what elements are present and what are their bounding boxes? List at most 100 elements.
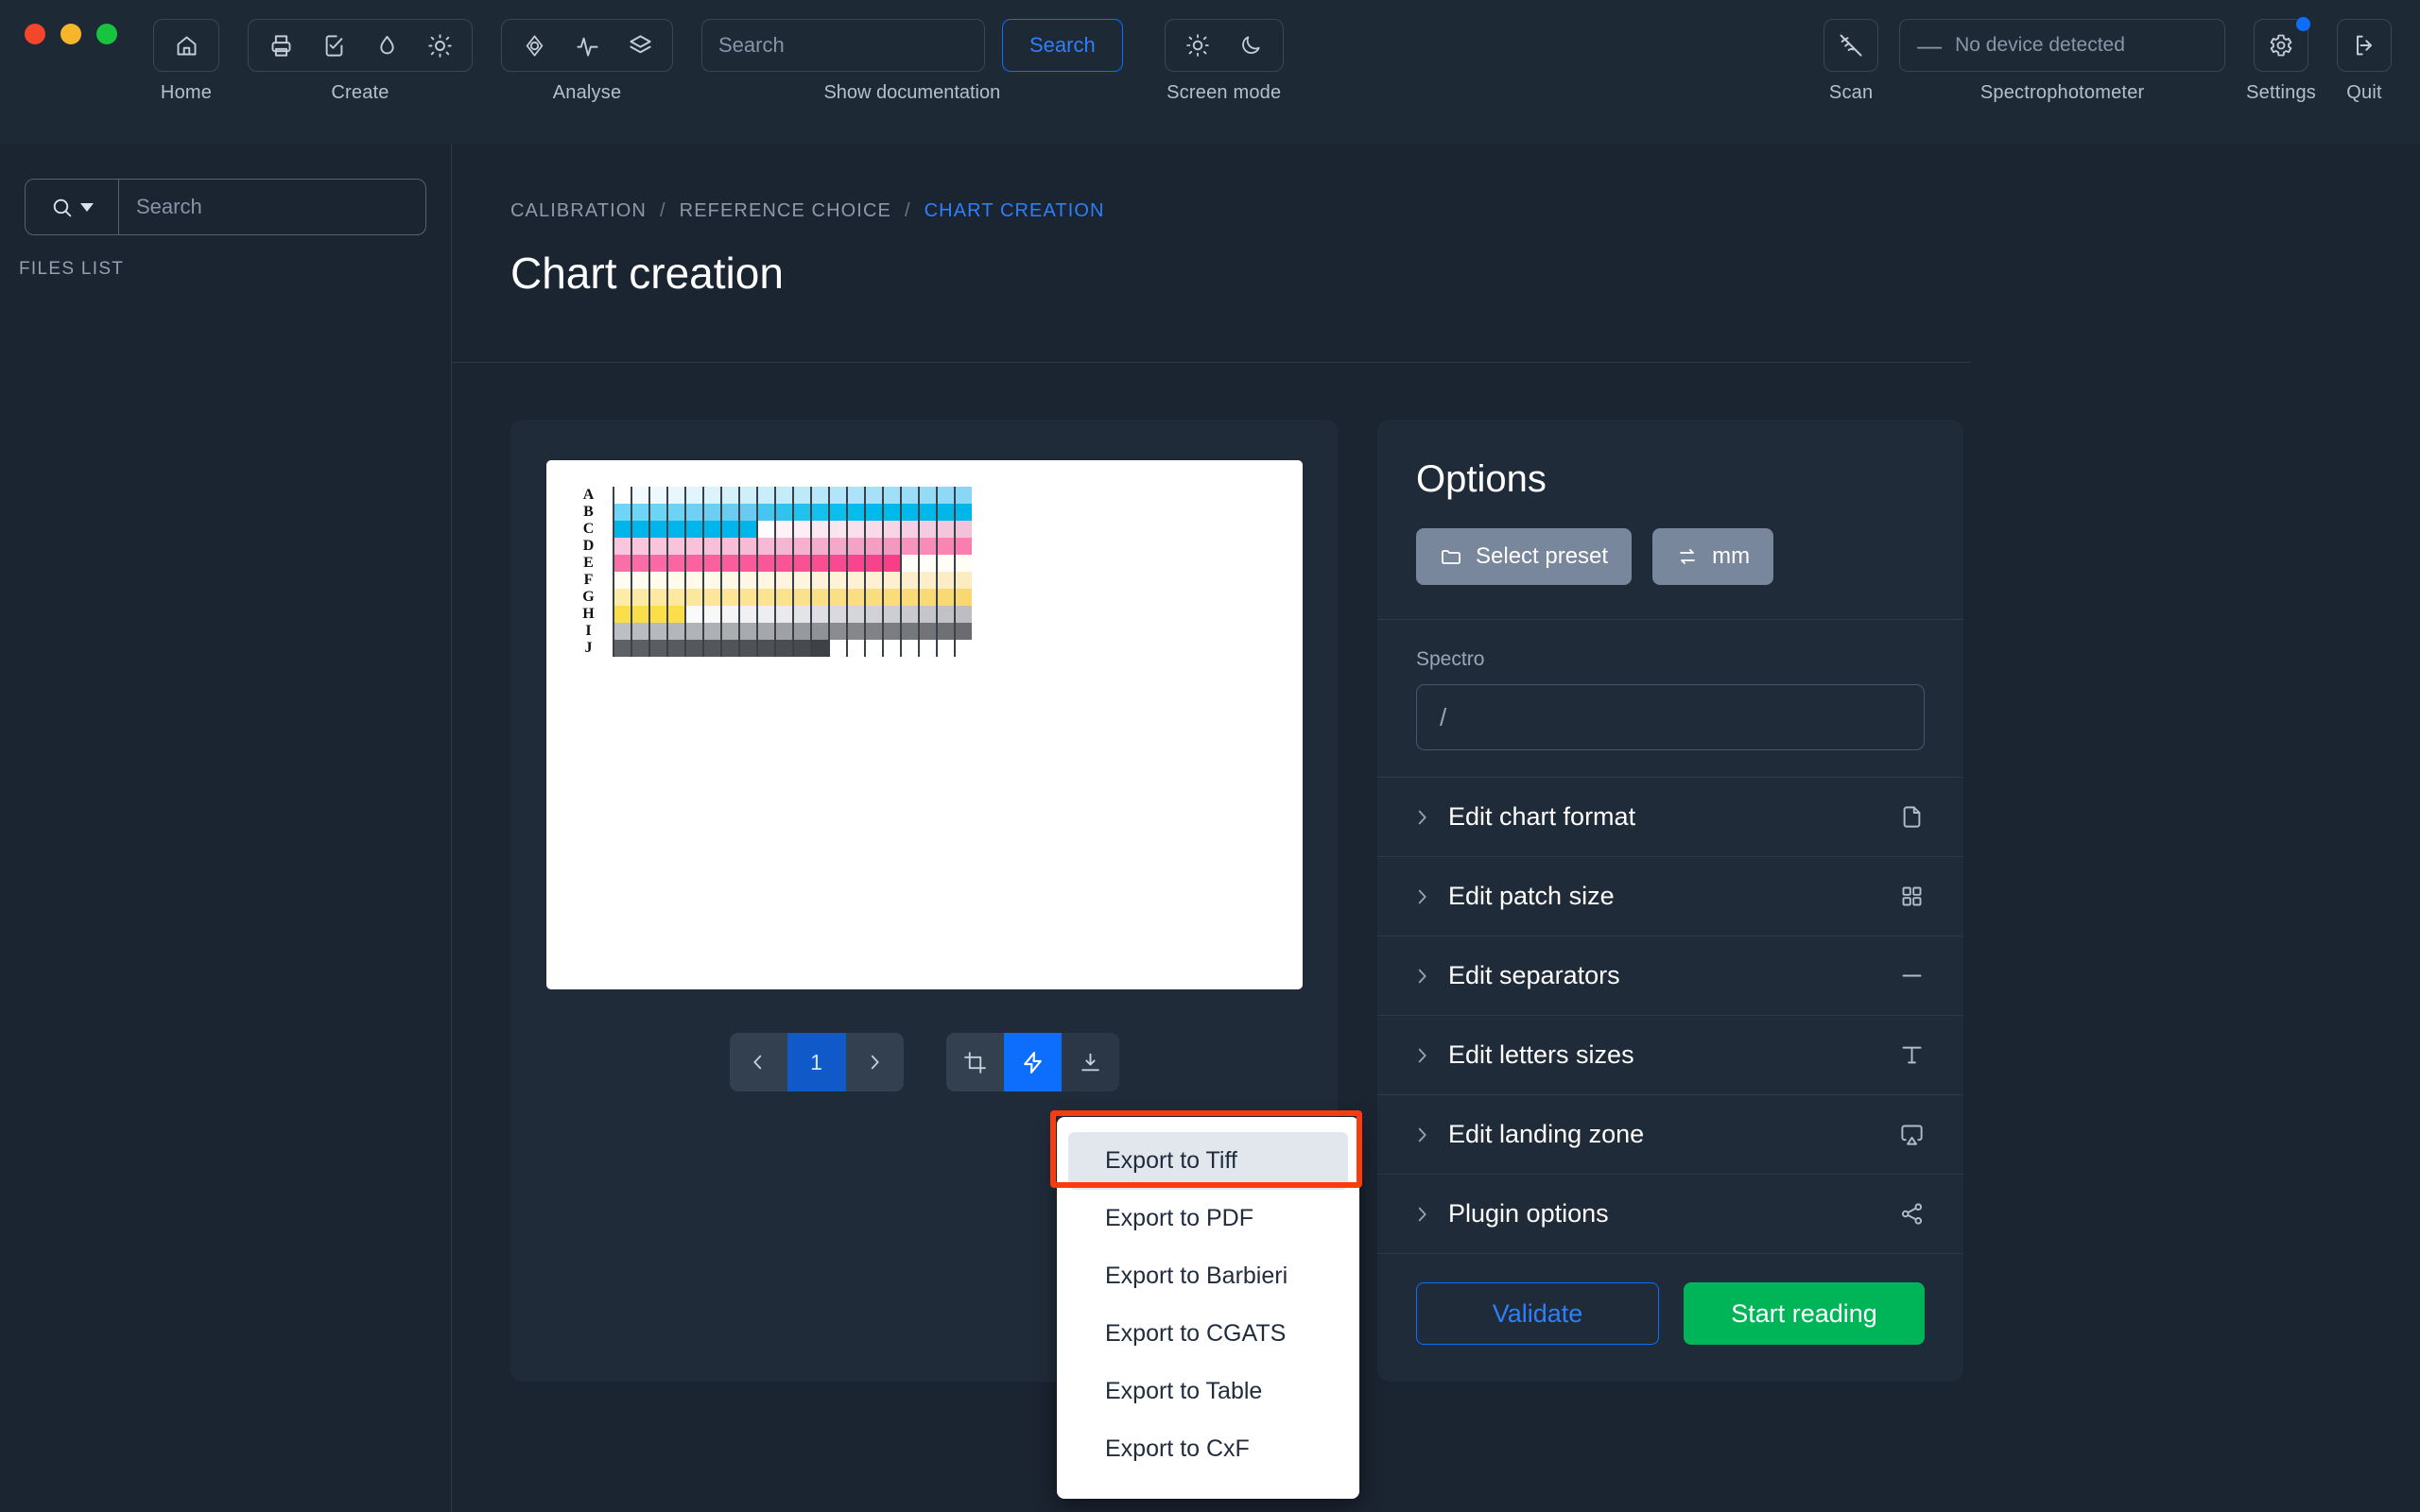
checklist-icon[interactable] — [307, 20, 360, 71]
unit-toggle-button[interactable]: mm — [1652, 528, 1774, 585]
crop-button[interactable] — [945, 1033, 1004, 1091]
chart-patch — [719, 521, 738, 538]
search-filter-button[interactable] — [26, 180, 119, 234]
chart-patch — [737, 521, 756, 538]
chart-patch — [773, 555, 792, 572]
chart-separator-bar — [755, 640, 758, 657]
screen-mode-label: Screen mode — [1167, 82, 1282, 103]
search-input[interactable] — [701, 19, 985, 72]
accordion-item-edit-separators[interactable]: Edit separators — [1377, 936, 1963, 1015]
droplet-icon[interactable] — [360, 20, 413, 71]
accordion-item-plugin-options[interactable]: Plugin options — [1377, 1174, 1963, 1253]
sidebar-search-input[interactable] — [119, 195, 425, 219]
application-window: Home Create Analyse Search Search Show d… — [0, 0, 2420, 1512]
chart-patch — [917, 555, 936, 572]
printer-icon[interactable] — [254, 20, 307, 71]
chart-separator-bar — [683, 538, 686, 555]
export-menu-item-export-to-barbieri[interactable]: Export to Barbieri — [1068, 1247, 1348, 1305]
chart-sheet[interactable]: ABCDEFGHIJ — [545, 460, 1303, 989]
chart-separator-bar — [917, 504, 920, 521]
wifi-off-icon[interactable] — [1824, 20, 1877, 71]
chart-separator-bar — [666, 487, 668, 504]
breadcrumb-item-reference-choice[interactable]: REFERENCE CHOICE — [680, 200, 891, 222]
export-menu-item-export-to-pdf[interactable]: Export to PDF — [1068, 1190, 1348, 1247]
prev-page-button[interactable] — [729, 1033, 787, 1091]
chart-patch — [827, 606, 846, 623]
chart-separator-bar — [701, 606, 704, 623]
search-button[interactable]: Search — [1002, 19, 1123, 72]
chart-separator-bar — [755, 538, 758, 555]
chart-separator-bar — [683, 572, 686, 589]
chart-separator-bar — [683, 640, 686, 657]
layers-icon[interactable] — [614, 20, 666, 71]
auto-button[interactable] — [1003, 1033, 1062, 1091]
chart-patch — [701, 640, 720, 657]
chart-separator-bar — [899, 538, 902, 555]
chart-patch — [881, 555, 900, 572]
settings-notification-badge — [2296, 17, 2311, 31]
home-icon[interactable] — [160, 20, 213, 71]
pulse-icon[interactable] — [561, 20, 614, 71]
breadcrumb-item-chart-creation[interactable]: CHART CREATION — [925, 200, 1105, 222]
page-title: Chart creation — [510, 249, 784, 298]
chart-separator-bar — [809, 623, 812, 640]
device-select[interactable]: — No device detected — [1899, 19, 2226, 72]
chart-patch — [683, 572, 702, 589]
chart-separator-bar — [917, 606, 920, 623]
accordion-item-edit-patch-size[interactable]: Edit patch size — [1377, 856, 1963, 936]
chart-row-label: E — [583, 555, 594, 571]
chart-patch — [827, 572, 846, 589]
chart-separator-bar — [648, 538, 650, 555]
accordion-item-edit-letters-sizes[interactable]: Edit letters sizes — [1377, 1015, 1963, 1094]
moon-icon[interactable] — [1224, 20, 1277, 71]
close-window-button[interactable] — [25, 24, 45, 44]
chart-separator-bar — [845, 640, 848, 657]
gamut-icon[interactable] — [508, 20, 561, 71]
chart-patch — [863, 606, 882, 623]
chart-patch — [666, 487, 684, 504]
chart-separator-bar — [881, 555, 884, 572]
export-menu-item-export-to-cgats[interactable]: Export to CGATS — [1068, 1305, 1348, 1363]
breadcrumb-item-calibration[interactable]: CALIBRATION — [510, 200, 647, 222]
chart-patch — [683, 623, 702, 640]
chart-patch — [899, 589, 918, 606]
chart-separator-bar — [719, 572, 722, 589]
maximize-window-button[interactable] — [96, 24, 117, 44]
chart-row: A — [577, 487, 972, 504]
page-number[interactable]: 1 — [786, 1033, 846, 1091]
export-menu-item-export-to-tiff[interactable]: Export to Tiff — [1068, 1132, 1348, 1190]
chart-separator-bar — [701, 521, 704, 538]
sun-icon[interactable] — [413, 20, 466, 71]
select-preset-button[interactable]: Select preset — [1416, 528, 1633, 585]
chart-separator-bar — [630, 487, 632, 504]
chart-separator-bar — [737, 640, 740, 657]
chart-separator-bar — [845, 555, 848, 572]
sun-icon[interactable] — [1171, 20, 1224, 71]
chart-separator-bar — [612, 623, 614, 640]
logout-icon[interactable] — [2338, 20, 2391, 71]
chart-separator-bar — [648, 640, 650, 657]
next-page-button[interactable] — [845, 1033, 904, 1091]
chart-separator-bar — [953, 623, 956, 640]
chart-patch — [827, 555, 846, 572]
chart-separator-bar — [719, 640, 722, 657]
export-menu-item-export-to-table[interactable]: Export to Table — [1068, 1363, 1348, 1420]
spectro-input[interactable] — [1416, 684, 1925, 750]
chart-patch — [701, 521, 720, 538]
chart-patch — [863, 521, 882, 538]
start-reading-button[interactable]: Start reading — [1684, 1282, 1925, 1345]
chart-separator-bar — [737, 555, 740, 572]
chart-separator-bar — [773, 623, 776, 640]
export-menu-item-export-to-cxf[interactable]: Export to CxF — [1068, 1420, 1348, 1478]
chart-patch — [737, 538, 756, 555]
chart-patch — [648, 589, 666, 606]
minimize-window-button[interactable] — [60, 24, 81, 44]
export-button[interactable] — [1061, 1033, 1119, 1091]
chart-patch — [719, 623, 738, 640]
accordion-item-edit-chart-format[interactable]: Edit chart format — [1377, 777, 1963, 856]
accordion-item-edit-landing-zone[interactable]: Edit landing zone — [1377, 1094, 1963, 1174]
validate-button[interactable]: Validate — [1416, 1282, 1659, 1345]
chart-separator-bar — [701, 572, 704, 589]
chart-row: C — [577, 521, 972, 538]
unit-label: mm — [1712, 543, 1751, 569]
